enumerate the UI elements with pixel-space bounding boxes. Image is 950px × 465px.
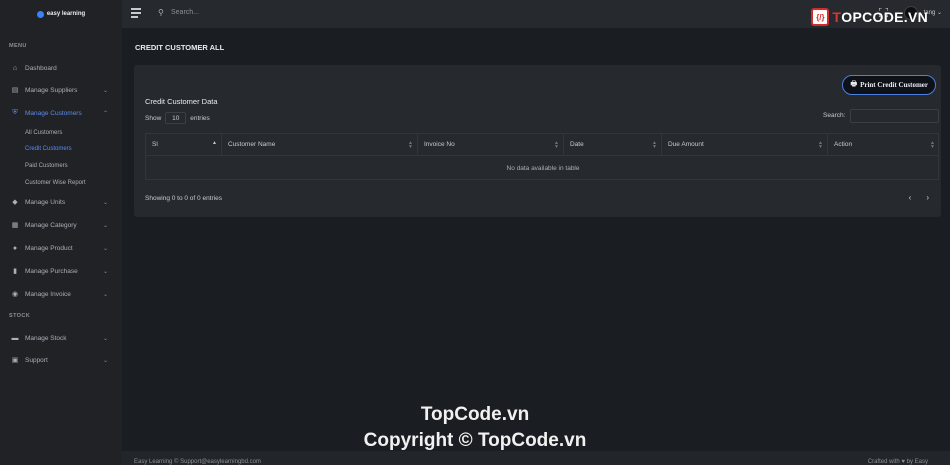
search-icon: ⚲: [158, 8, 164, 17]
sidebar-item-label: Manage Suppliers: [25, 86, 78, 94]
footer-right-text: Crafted with ♥ by Easy: [867, 459, 928, 465]
sidebar-item-dashboard[interactable]: ⌂ Dashboard: [0, 60, 122, 76]
sidebar-subitem-paid-customers[interactable]: Paid Customers: [25, 163, 68, 169]
watermark-logo-icon: {/}: [811, 8, 830, 26]
product-icon: ●: [12, 244, 18, 252]
suppliers-icon: ▤: [11, 87, 19, 94]
sidebar-item-units[interactable]: ◆ Manage Units ⌄: [0, 194, 122, 210]
card-title: Credit Customer Data: [145, 97, 218, 106]
column-header-due-amount[interactable]: Due Amount ▲ ▼: [662, 134, 828, 156]
chevron-down-icon: ⌄: [102, 335, 108, 342]
sidebar-item-label: Manage Units: [25, 198, 66, 206]
chevron-down-icon: ⌄: [102, 245, 108, 252]
chevron-down-icon: ⌄: [102, 291, 108, 298]
entries-label: entries: [190, 114, 210, 122]
chevron-down-icon: ⌄: [102, 268, 108, 275]
sidebar-subitem-credit-customers[interactable]: Credit Customers: [25, 146, 72, 152]
stock-icon: ▬: [11, 334, 19, 342]
column-label: Invoice No: [424, 141, 455, 148]
brand-name: easy learning: [46, 11, 86, 17]
table-search-input[interactable]: [850, 109, 939, 123]
page-title: CREDIT CUSTOMER ALL: [135, 43, 225, 52]
sidebar-item-label: Manage Purchase: [25, 267, 78, 275]
stock-section-title: STOCK: [9, 313, 31, 319]
brand-logo[interactable]: easy learning: [0, 0, 122, 28]
sidebar-item-label: Manage Invoice: [25, 290, 71, 298]
pagination: ‹ ›: [909, 193, 929, 202]
sidebar-item-label: Manage Stock: [25, 334, 67, 342]
column-label: Action: [834, 141, 853, 148]
data-card: 🖶 Print Credit Customer Credit Customer …: [134, 65, 941, 217]
table-info: Showing 0 to 0 of 0 entries: [145, 195, 222, 202]
sidebar-item-label: Manage Product: [25, 244, 73, 252]
column-label: Due Amount: [668, 141, 704, 148]
footer: Easy Learning © Support@easylearningbd.c…: [122, 451, 950, 465]
sidebar-subitem-customer-wise-report[interactable]: Customer Wise Report: [25, 180, 86, 186]
empty-table-message: No data available in table: [506, 164, 580, 172]
sort-icon: ▲ ▼: [554, 140, 559, 150]
sidebar-item-suppliers[interactable]: ▤ Manage Suppliers ⌄: [0, 82, 122, 98]
column-label: Sl: [152, 141, 158, 148]
sidebar-item-product[interactable]: ● Manage Product ⌄: [0, 240, 122, 256]
show-label: Show: [145, 114, 162, 122]
watermark-logo-text: TOPCODE.VN: [832, 9, 928, 25]
sort-asc-icon: ▲: [212, 140, 217, 146]
column-header-sl[interactable]: Sl ▲: [146, 134, 222, 156]
support-icon: ▣: [11, 357, 19, 364]
brand-logo-icon: [36, 10, 44, 18]
units-icon: ◆: [12, 199, 18, 206]
sort-icon: ▲ ▼: [652, 140, 657, 150]
print-credit-customer-button[interactable]: 🖶 Print Credit Customer: [842, 75, 936, 95]
sidebar: easy learning MENU ⌂ Dashboard ▤ Manage …: [0, 0, 122, 465]
menu-section-title: MENU: [9, 43, 27, 49]
search-input[interactable]: Search...: [171, 9, 199, 16]
sidebar-subitem-all-customers[interactable]: All Customers: [25, 130, 62, 136]
chevron-up-icon: ⌃: [102, 110, 108, 117]
sidebar-item-label: Support: [25, 356, 48, 364]
next-page-button[interactable]: ›: [926, 193, 929, 202]
column-header-date[interactable]: Date ▲ ▼: [564, 134, 662, 156]
column-header-action[interactable]: Action ▲ ▼: [828, 134, 939, 156]
sidebar-item-label: Manage Customers: [25, 109, 82, 117]
watermark-logo: {/} TOPCODE.VN: [811, 8, 928, 26]
home-icon: ⌂: [12, 64, 18, 72]
sidebar-item-support[interactable]: ▣ Support ⌄: [0, 352, 122, 368]
sidebar-item-purchase[interactable]: ▮ Manage Purchase ⌄: [0, 263, 122, 279]
sidebar-item-customers[interactable]: ⛨ Manage Customers ⌃: [0, 105, 122, 121]
sidebar-item-stock[interactable]: ▬ Manage Stock ⌄: [0, 330, 122, 346]
chevron-down-icon: ⌄: [102, 222, 108, 229]
grid-icon: ▦: [11, 222, 19, 229]
sidebar-item-category[interactable]: ▦ Manage Category ⌄: [0, 217, 122, 233]
sort-icon: ▲ ▼: [930, 140, 935, 150]
entries-length-control: Show 10 entries: [145, 112, 210, 124]
data-table: Sl ▲ Customer Name ▲ ▼ Invoice No ▲ ▼ Date…: [145, 133, 939, 180]
entries-select[interactable]: 10: [165, 112, 187, 124]
print-button-label: Print Credit Customer: [860, 81, 928, 89]
sort-icon: ▲ ▼: [818, 140, 823, 150]
footer-left-text: Easy Learning © Support@easylearningbd.c…: [134, 459, 261, 465]
previous-page-button[interactable]: ‹: [909, 193, 912, 202]
chevron-down-icon: ⌄: [102, 87, 108, 94]
watermark-text: TopCode.vn: [420, 404, 530, 425]
building-icon: ▮: [13, 268, 17, 275]
sidebar-item-label: Manage Category: [25, 221, 77, 229]
menu-toggle-icon[interactable]: [131, 8, 141, 18]
column-label: Customer Name: [228, 141, 276, 148]
sidebar-item-label: Dashboard: [25, 64, 57, 72]
invoice-icon: ◉: [11, 291, 19, 298]
column-header-customer-name[interactable]: Customer Name ▲ ▼: [222, 134, 418, 156]
chevron-down-icon: ⌄: [102, 199, 108, 206]
printer-icon: 🖶: [850, 79, 858, 88]
table-search-label: Search:: [823, 112, 846, 119]
column-header-invoice-no[interactable]: Invoice No ▲ ▼: [418, 134, 564, 156]
chevron-down-icon: ⌄: [102, 357, 108, 364]
watermark-copyright: Copyright © TopCode.vn: [363, 430, 587, 451]
column-label: Date: [570, 141, 584, 148]
sort-icon: ▲ ▼: [408, 140, 413, 150]
shield-icon: ⛨: [12, 109, 18, 116]
sidebar-item-invoice[interactable]: ◉ Manage Invoice ⌄: [0, 286, 122, 302]
